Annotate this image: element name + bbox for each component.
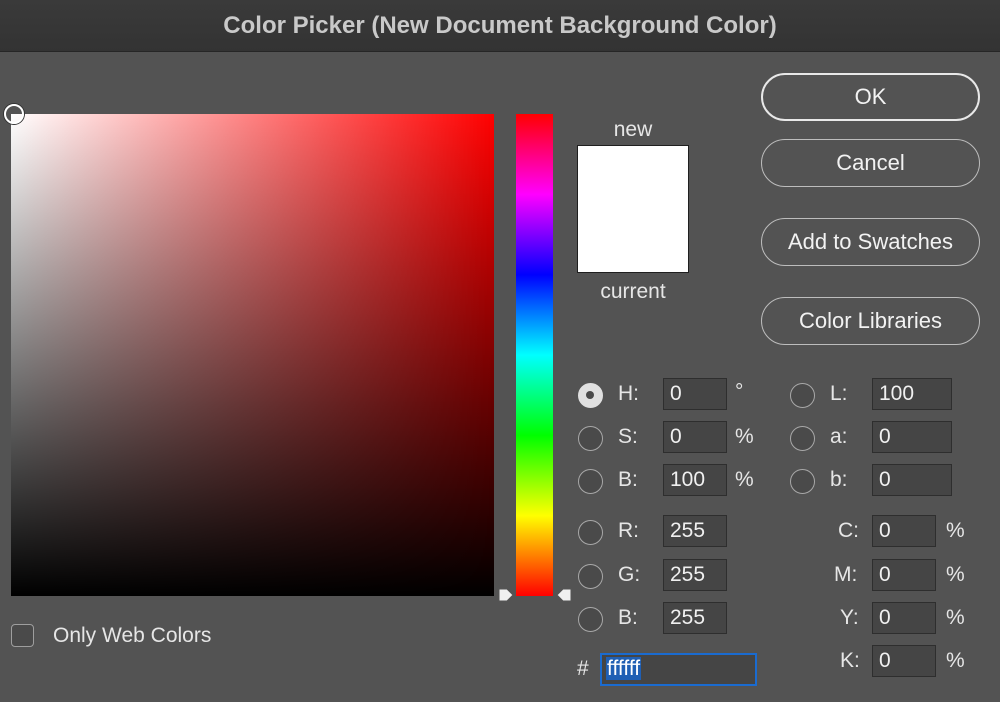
black-label: K: [840, 649, 860, 672]
brightness-unit: % [735, 468, 754, 491]
lab-a-input[interactable]: 0 [872, 421, 952, 453]
saturation-brightness-field[interactable] [11, 114, 494, 596]
blue-label: B: [618, 606, 638, 629]
color-preview [577, 145, 689, 273]
window-title: Color Picker (New Document Background Co… [223, 11, 777, 39]
color-libraries-button[interactable]: Color Libraries [761, 297, 980, 345]
hue-slider-left-arrow-icon[interactable] [498, 587, 514, 603]
ok-button[interactable]: OK [761, 73, 980, 121]
title-bar: Color Picker (New Document Background Co… [0, 0, 1000, 52]
lab-b-input[interactable]: 0 [872, 464, 952, 496]
current-color-swatch[interactable] [578, 209, 688, 272]
add-to-swatches-button[interactable]: Add to Swatches [761, 218, 980, 266]
saturation-unit: % [735, 425, 754, 448]
lab-l-radio[interactable] [790, 383, 815, 408]
new-color-label: new [613, 118, 653, 141]
only-web-colors-label[interactable]: Only Web Colors [53, 624, 211, 648]
brightness-label: B: [618, 468, 638, 491]
yellow-unit: % [946, 606, 965, 629]
red-radio[interactable] [578, 520, 603, 545]
hue-label: H: [618, 382, 639, 405]
saturation-input[interactable]: 0 [663, 421, 727, 453]
hex-input-value: ffffff [606, 657, 642, 680]
new-color-swatch [578, 146, 688, 209]
blue-radio[interactable] [578, 607, 603, 632]
black-unit: % [946, 649, 965, 672]
blue-input[interactable]: 255 [663, 602, 727, 634]
green-radio[interactable] [578, 564, 603, 589]
black-input[interactable]: 0 [872, 645, 936, 677]
lab-l-label: L: [830, 382, 848, 405]
magenta-input[interactable]: 0 [872, 559, 936, 591]
hue-input[interactable]: 0 [663, 378, 727, 410]
brightness-input[interactable]: 100 [663, 464, 727, 496]
yellow-input[interactable]: 0 [872, 602, 936, 634]
lab-b-label: b: [830, 468, 848, 491]
hex-label: # [577, 657, 589, 680]
magenta-unit: % [946, 563, 965, 586]
hue-slider[interactable] [516, 114, 553, 596]
saturation-label: S: [618, 425, 638, 448]
cyan-unit: % [946, 519, 965, 542]
cyan-label: C: [838, 519, 859, 542]
hue-radio[interactable] [578, 383, 603, 408]
current-color-label: current [600, 280, 666, 303]
hex-input[interactable]: ffffff [600, 653, 757, 686]
lab-b-radio[interactable] [790, 469, 815, 494]
lab-a-radio[interactable] [790, 426, 815, 451]
cyan-input[interactable]: 0 [872, 515, 936, 547]
only-web-colors-checkbox[interactable] [11, 624, 34, 647]
yellow-label: Y: [840, 606, 859, 629]
lab-a-label: a: [830, 425, 848, 448]
green-label: G: [618, 563, 641, 586]
magenta-label: M: [834, 563, 858, 586]
color-field-marker[interactable] [4, 104, 24, 124]
saturation-radio[interactable] [578, 426, 603, 451]
brightness-radio[interactable] [578, 469, 603, 494]
hue-slider-right-arrow-icon[interactable] [556, 587, 572, 603]
hue-unit: ° [735, 380, 744, 403]
cancel-button[interactable]: Cancel [761, 139, 980, 187]
lab-l-input[interactable]: 100 [872, 378, 952, 410]
red-input[interactable]: 255 [663, 515, 727, 547]
green-input[interactable]: 255 [663, 559, 727, 591]
red-label: R: [618, 519, 639, 542]
